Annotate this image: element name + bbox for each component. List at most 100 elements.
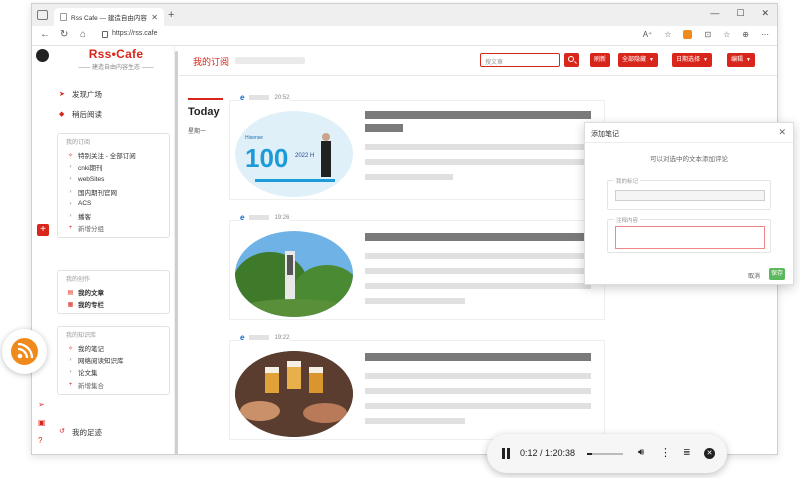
collections-icon[interactable]: ⊕ [742,30,749,39]
page-title: 我的订阅 [193,57,230,67]
chevron-right-icon[interactable]: › [67,357,74,363]
item-label: webSites [78,175,105,183]
summary-redacted [365,418,465,424]
chevron-right-icon[interactable]: › [67,213,74,219]
refresh-button[interactable]: 刷新 [590,53,611,67]
source-name-redacted [249,335,270,340]
add-note-dialog: 添加笔记 ✕ 可以对选中的文本添加评论 我的标记 注释内容 取消 保存 [584,122,794,285]
save-button[interactable]: 保存 [769,268,785,280]
chevron-right-icon[interactable]: › [67,189,74,195]
source-name-redacted [249,215,270,220]
volume-icon[interactable]: 🔊︎ [638,447,644,458]
sidebar-item-articles[interactable]: ▤ 我的文章 [58,286,169,298]
article-card[interactable]: e 19:22 [229,333,605,440]
refresh-icon[interactable]: ↻ [60,29,68,40]
summary-redacted [365,253,591,259]
pause-icon[interactable] [502,448,511,459]
chevron-right-icon[interactable]: › [67,201,74,207]
add-button[interactable]: + [37,224,49,236]
brand-subtitle: —— 建造自由内容生态 —— [78,65,154,71]
tag-legend: 我的标记 [614,177,641,185]
calendar-icon[interactable]: ▣ [38,418,46,427]
headline-redacted [365,111,591,119]
favorites-icon[interactable]: ☆ [723,30,730,39]
note-textarea[interactable] [615,226,765,249]
card-time: 19:22 [274,334,290,341]
subscriptions-group: 我的订阅 ✧ 特别关注 - 全部订阅 › cnki期刊 › webSites › 国内期… [57,133,170,239]
minimize-button[interactable]: — [710,8,719,19]
source-name-redacted [249,95,270,100]
hide-all-button[interactable]: 全部隐藏 ▼ [618,53,658,67]
close-player-icon[interactable]: ✕ [704,448,715,459]
read-aloud-icon[interactable]: A⁺ [643,30,653,39]
nav-label: 我的足迹 [72,428,102,437]
item-label: 网络阅读知识库 [78,358,124,366]
sidebar-item-podcast[interactable]: › 播客 [58,210,169,222]
sidebar-scrollbar[interactable] [175,51,178,454]
rss-floating-button[interactable] [2,329,47,374]
queue-icon[interactable]: ≣ [683,447,691,458]
tab-rss-cafe[interactable]: Rss Cafe — 建造自由内容生态 ✕ [54,8,164,26]
split-screen-icon[interactable]: ⊡ [704,30,711,39]
creations-group: 我的创作 ▤ 我的文章 ▦ 我的专栏 [57,270,170,315]
sidebar-item-acs[interactable]: › ACS [58,198,169,210]
nav-label: 发现广场 [72,89,102,99]
article-thumbnail[interactable] [235,351,353,437]
close-window-button[interactable]: ✕ [761,8,769,19]
rss-extension-icon[interactable] [683,30,693,39]
maximize-button[interactable]: ☐ [736,8,744,19]
sidebar-item-columns[interactable]: ▦ 我的专栏 [58,298,169,310]
add-collection-button[interactable]: + 新增集合 [58,379,169,391]
article-card[interactable]: e 19:26 [229,213,605,320]
caret-down-icon: ▼ [746,57,751,63]
nav-discover[interactable]: ➤ 发现广场 [59,84,102,104]
beer-toast-image [235,351,353,437]
article-thumbnail[interactable] [235,231,353,317]
sidebar-item-web-kb[interactable]: › 网络阅读知识库 [58,354,169,366]
tag-field[interactable] [615,190,765,201]
chevron-right-icon[interactable]: › [67,369,74,375]
article-thumbnail[interactable]: Hisense 100 2022 H [235,111,353,197]
dialog-header: 添加笔记 ✕ [585,123,793,143]
send-icon[interactable]: ➢ [38,400,45,409]
tab-actions-icon[interactable] [37,10,48,20]
new-tab-button[interactable]: + [168,9,174,21]
nav-read-later[interactable]: ◆ 稍后阅读 [59,104,102,124]
help-icon[interactable]: ? [38,436,42,445]
brand[interactable]: Rss•Cafe —— 建造自由内容生态 —— [60,47,172,71]
close-icon[interactable]: ✕ [778,127,786,138]
add-group-button[interactable]: + 新增分组 [58,222,169,234]
seek-bar[interactable] [587,453,623,455]
home-icon[interactable]: ⌂ [80,29,86,40]
search-input[interactable]: 搜文章 [480,53,560,67]
favorite-icon[interactable]: ☆ [664,30,671,39]
tab-strip: Rss Cafe — 建造自由内容生态 ✕ + — ☐ ✕ [32,4,777,26]
more-icon[interactable]: ⋯ [761,30,769,39]
page-icon [60,13,67,21]
group-title: 我的订阅 [66,140,91,146]
sidebar-item-special[interactable]: ✧ 特别关注 - 全部订阅 [58,149,169,161]
tab-close-icon[interactable]: ✕ [151,13,158,22]
star-icon: ✧ [67,152,74,159]
note-fieldset: 注释内容 [607,216,771,253]
sidebar-item-domestic[interactable]: › 国内期刊官网 [58,186,169,198]
sidebar-item-websites[interactable]: › webSites [58,173,169,185]
more-options-icon[interactable]: ⋮ [660,446,671,459]
sidebar-item-cnki[interactable]: › cnki期刊 [58,161,169,173]
note-legend: 注释内容 [614,216,641,224]
chevron-right-icon[interactable]: › [67,164,74,170]
cancel-button[interactable]: 取消 [748,271,760,280]
date-filter-button[interactable]: 日期选择 ▼ [672,53,712,67]
back-icon[interactable]: ← [40,29,50,40]
article-card[interactable]: e 20:52 Hisense 100 2022 H [229,93,605,200]
sidebar-item-notes[interactable]: ✧ 我的笔记 [58,342,169,354]
avatar[interactable] [36,49,49,62]
search-button[interactable] [564,53,579,67]
edit-button[interactable]: 编辑 ▼ [727,53,755,67]
button-label: 日期选择 [676,57,701,63]
bookmark-icon: ◆ [59,111,65,118]
chevron-right-icon[interactable]: › [67,176,74,182]
sidebar-item-papers[interactable]: › 论文集 [58,366,169,378]
url-field[interactable]: https://rss.cafe [112,30,158,37]
nav-footprint[interactable]: ↺ 我的足迹 [59,427,102,438]
